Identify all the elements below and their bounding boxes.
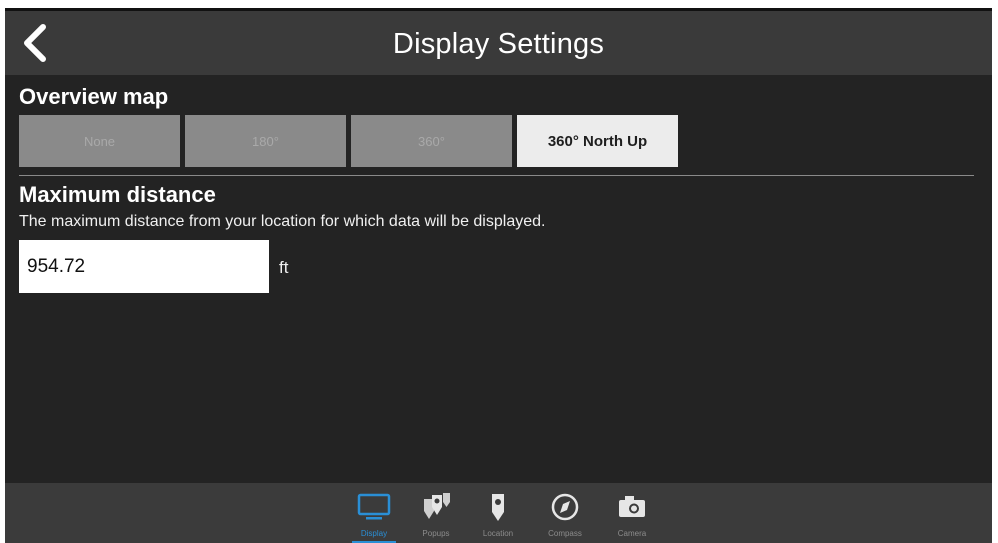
page-title: Display Settings	[392, 28, 605, 60]
screen: Display Settings Overview map None 180° …	[5, 8, 992, 543]
tab-label: Location	[482, 529, 514, 538]
header-bar: Display Settings	[5, 8, 992, 75]
tab-popups[interactable]: Popups	[406, 483, 466, 543]
distance-input[interactable]	[19, 240, 269, 293]
overview-map-title: Overview map	[19, 84, 169, 109]
tab-display[interactable]: Display	[344, 483, 404, 543]
maximum-distance-description: The maximum distance from your location …	[19, 213, 546, 230]
monitor-icon	[357, 493, 391, 520]
bottom-tab-bar: Display Popups Location Compass Camera	[5, 483, 992, 543]
compass-icon	[551, 493, 579, 521]
tab-camera[interactable]: Camera	[602, 483, 662, 543]
overview-option-180[interactable]: 180°	[185, 115, 346, 167]
overview-option-360[interactable]: 360°	[351, 115, 512, 167]
maximum-distance-title: Maximum distance	[19, 182, 216, 207]
tab-location[interactable]: Location	[468, 483, 528, 543]
tab-label: Compass	[548, 529, 582, 538]
location-pin-icon	[492, 494, 504, 521]
distance-unit: ft	[279, 258, 289, 277]
tab-label: Camera	[617, 529, 647, 538]
overview-option-360-north-up[interactable]: 360° North Up	[517, 115, 678, 167]
section-divider	[19, 175, 974, 176]
popups-icon	[424, 493, 450, 519]
tab-compass[interactable]: Compass	[535, 483, 595, 543]
camera-icon	[619, 496, 645, 517]
overview-option-none[interactable]: None	[19, 115, 180, 167]
